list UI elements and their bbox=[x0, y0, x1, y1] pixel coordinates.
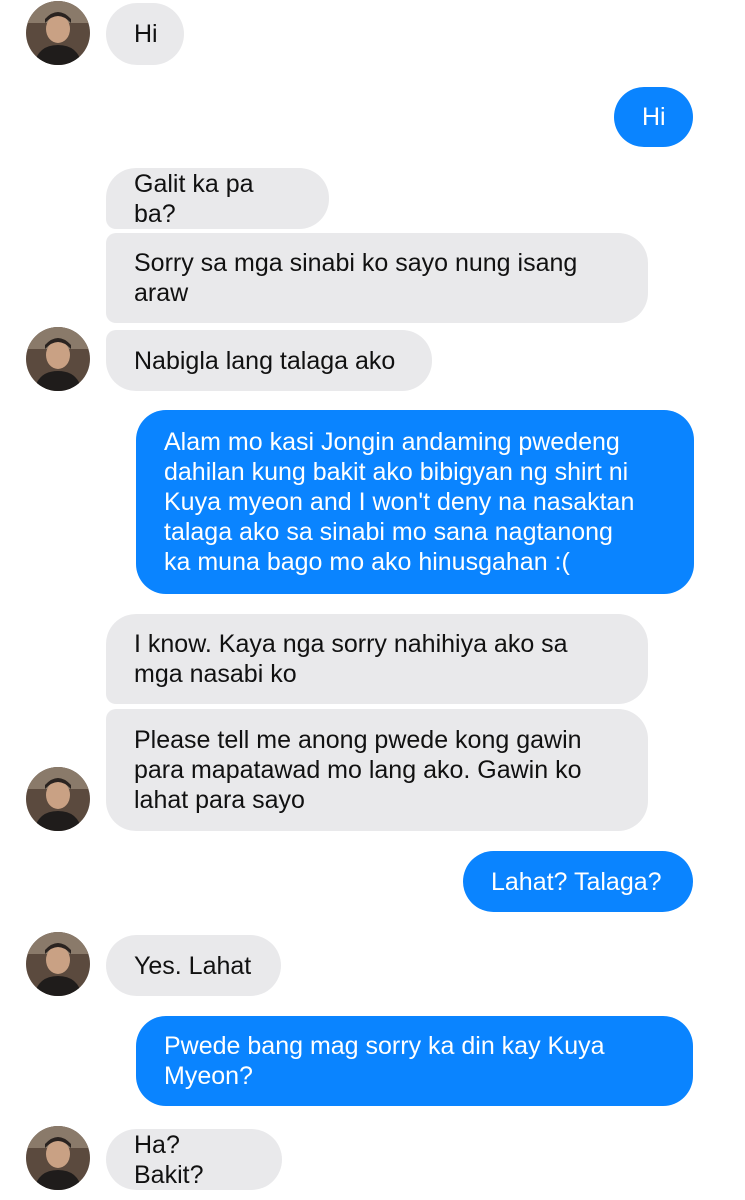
incoming-message-bubble[interactable]: Please tell me anong pwede kong gawin pa… bbox=[106, 709, 648, 831]
profile-photo-icon bbox=[26, 932, 90, 996]
contact-avatar[interactable] bbox=[26, 932, 90, 996]
outgoing-message-bubble[interactable]: Pwede bang mag sorry ka din kay Kuya Mye… bbox=[136, 1016, 693, 1106]
contact-avatar[interactable] bbox=[26, 1, 90, 65]
incoming-message-bubble[interactable]: Hi bbox=[106, 3, 184, 65]
profile-photo-icon bbox=[26, 1126, 90, 1190]
profile-photo-icon bbox=[26, 767, 90, 831]
incoming-message-bubble[interactable]: Galit ka pa ba? bbox=[106, 168, 329, 229]
outgoing-message-bubble[interactable]: Lahat? Talaga? bbox=[463, 851, 693, 912]
incoming-message-bubble[interactable]: I know. Kaya nga sorry nahihiya ako sa m… bbox=[106, 614, 648, 704]
incoming-message-bubble[interactable]: Yes. Lahat bbox=[106, 935, 281, 996]
incoming-message-bubble[interactable]: Nabigla lang talaga ako bbox=[106, 330, 432, 391]
contact-avatar[interactable] bbox=[26, 1126, 90, 1190]
contact-avatar[interactable] bbox=[26, 767, 90, 831]
contact-avatar[interactable] bbox=[26, 327, 90, 391]
incoming-message-bubble[interactable]: Sorry sa mga sinabi ko sayo nung isang a… bbox=[106, 233, 648, 323]
outgoing-message-bubble[interactable]: Hi bbox=[614, 87, 693, 147]
incoming-message-bubble[interactable]: Ha? Bakit? bbox=[106, 1129, 282, 1190]
profile-photo-icon bbox=[26, 327, 90, 391]
outgoing-message-bubble[interactable]: Alam mo kasi Jongin andaming pwedeng dah… bbox=[136, 410, 694, 594]
profile-photo-icon bbox=[26, 1, 90, 65]
